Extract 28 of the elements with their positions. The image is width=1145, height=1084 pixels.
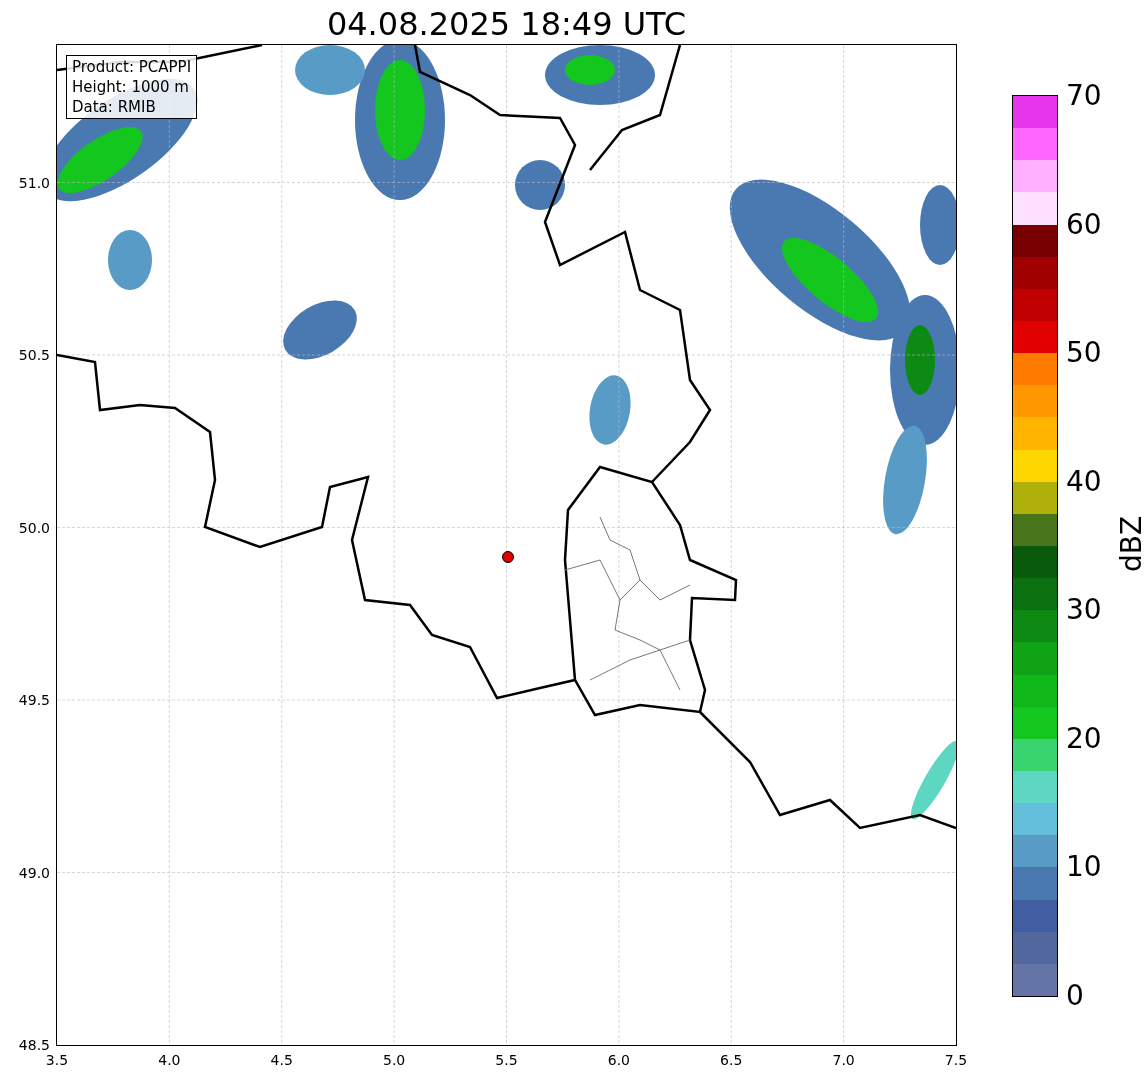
x-tick-label: 6.0 [606, 1051, 631, 1069]
y-tick-label: 49.5 [17, 691, 50, 709]
legend-text: Height: 1000 m [72, 77, 190, 97]
x-tick-label: 5.5 [494, 1051, 519, 1069]
y-tick-label: 48.5 [17, 1036, 50, 1054]
y-tick-label: 50.0 [17, 518, 50, 537]
legend-text: Data: RMIB [72, 97, 157, 117]
colorbar-tick-label: 30 [1066, 594, 1102, 627]
x-tick-label: 5.0 [382, 1051, 407, 1069]
x-tick-label: 7.0 [831, 1051, 856, 1069]
colorbar-tick-label: 0 [1066, 980, 1084, 1012]
x-tick-label: 4.0 [157, 1051, 182, 1069]
y-tick-label: 51.0 [17, 173, 50, 192]
x-tick-label: 3.5 [44, 1051, 70, 1069]
chart-title: 04.08.2025 18:49 UTC [325, 4, 688, 44]
colorbar-tick-label: 50 [1066, 337, 1102, 370]
x-tick-label: 7.5 [943, 1051, 969, 1069]
colorbar-tick-label: 70 [1066, 80, 1102, 112]
legend-text: Product: PCAPPI [72, 57, 192, 77]
colorbar-label: dBZ [1116, 515, 1145, 573]
y-tick-label: 50.5 [17, 346, 50, 364]
x-tick-label: 6.5 [719, 1051, 744, 1069]
colorbar-tick-label: 60 [1066, 208, 1102, 241]
x-tick-label: 4.5 [269, 1051, 294, 1069]
y-tick-label: 49.0 [17, 863, 50, 882]
colorbar-tick-label: 10 [1066, 851, 1102, 884]
colorbar-tick-label: 40 [1066, 465, 1102, 498]
colorbar-tick-label: 20 [1066, 722, 1102, 755]
